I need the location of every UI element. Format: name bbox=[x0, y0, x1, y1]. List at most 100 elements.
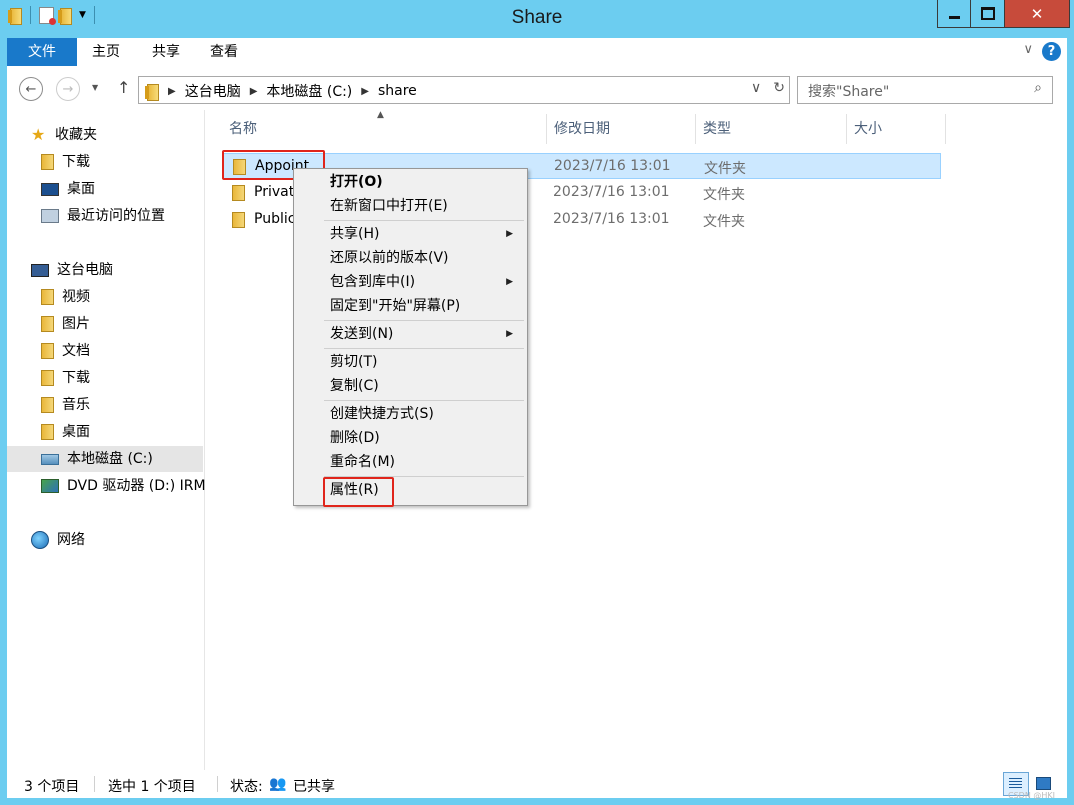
sidebar-item-label: 网络 bbox=[57, 532, 85, 548]
file-type: 文件夹 bbox=[703, 187, 745, 203]
close-button[interactable]: ✕ bbox=[1004, 0, 1070, 28]
menu-separator bbox=[324, 400, 524, 401]
folder-icon bbox=[41, 424, 54, 440]
maximize-button[interactable] bbox=[970, 0, 1006, 28]
column-header-name[interactable]: 名称 bbox=[222, 114, 547, 144]
up-arrow-icon[interactable]: ↑ bbox=[117, 78, 130, 97]
highlight-box-properties bbox=[323, 477, 394, 507]
sidebar-item-music[interactable]: 音乐 bbox=[41, 392, 90, 418]
sidebar-item-label: 本地磁盘 (C:) bbox=[67, 451, 153, 467]
ribbon-tabs: 文件 主页 共享 查看 ∨ ? bbox=[7, 38, 1067, 66]
sidebar-item-documents[interactable]: 文档 bbox=[41, 338, 90, 364]
search-box[interactable]: 搜索"Share" ⌕ bbox=[797, 76, 1053, 104]
breadcrumb-separator-icon[interactable]: ▶ bbox=[361, 86, 369, 97]
sidebar-item-downloads-2[interactable]: 下载 bbox=[41, 365, 90, 391]
menu-item-share[interactable]: 共享(H) ▶ bbox=[296, 222, 523, 246]
sidebar-item-videos[interactable]: 视频 bbox=[41, 284, 90, 310]
menu-item-label: 固定到"开始"屏幕(P) bbox=[330, 298, 461, 314]
file-date: 2023/7/16 13:01 bbox=[553, 184, 670, 200]
forward-button[interactable]: → bbox=[56, 77, 80, 101]
menu-item-rename[interactable]: 重命名(M) bbox=[296, 450, 523, 474]
refresh-icon[interactable]: ↻ bbox=[773, 80, 785, 96]
back-arrow-icon: ← bbox=[25, 81, 37, 97]
explorer-window: ▼ Share ✕ 文件 主页 共享 查看 ∨ ? ← → ▼ ↑ ▶ 这台电脑 bbox=[0, 0, 1074, 805]
menu-item-pin-to-start[interactable]: 固定到"开始"屏幕(P) bbox=[296, 294, 523, 318]
menu-item-create-shortcut[interactable]: 创建快捷方式(S) bbox=[296, 402, 523, 426]
menu-item-copy[interactable]: 复制(C) bbox=[296, 374, 523, 398]
help-icon[interactable]: ? bbox=[1042, 42, 1061, 61]
sidebar-item-downloads[interactable]: 下载 bbox=[41, 149, 90, 175]
minimize-icon bbox=[949, 16, 960, 19]
column-header-type[interactable]: 类型 bbox=[696, 114, 847, 144]
share-state-value: 已共享 bbox=[293, 779, 335, 795]
search-input[interactable]: 搜索"Share" bbox=[808, 81, 889, 101]
tab-share[interactable]: 共享 bbox=[141, 38, 191, 66]
network-icon bbox=[31, 531, 49, 549]
recent-locations-dropdown-icon[interactable]: ▼ bbox=[92, 83, 98, 92]
breadcrumb-this-pc[interactable]: 这台电脑 bbox=[185, 81, 241, 101]
sidebar-item-desktop[interactable]: 桌面 bbox=[41, 176, 95, 202]
sidebar-item-label: 最近访问的位置 bbox=[67, 208, 165, 224]
sidebar-item-label: 图片 bbox=[62, 316, 90, 332]
menu-item-label: 发送到(N) bbox=[330, 326, 394, 342]
sidebar-item-this-pc[interactable]: 这台电脑 bbox=[31, 257, 113, 283]
menu-item-label: 包含到库中(I) bbox=[330, 274, 416, 290]
address-bar[interactable]: ▶ 这台电脑 ▶ 本地磁盘 (C:) ▶ share ∨ ↻ bbox=[138, 76, 790, 104]
column-header-date[interactable]: 修改日期 bbox=[547, 114, 696, 144]
address-bar-actions: ∨ ↻ bbox=[751, 80, 785, 96]
submenu-arrow-icon: ▶ bbox=[506, 229, 513, 239]
sidebar-item-recent-places[interactable]: 最近访问的位置 bbox=[41, 203, 165, 229]
breadcrumb-local-disk[interactable]: 本地磁盘 (C:) bbox=[266, 81, 352, 101]
file-name: Public bbox=[254, 211, 296, 227]
breadcrumb-separator-icon[interactable]: ▶ bbox=[250, 86, 258, 97]
menu-item-label: 共享(H) bbox=[330, 226, 380, 242]
sidebar-item-label: 桌面 bbox=[67, 181, 95, 197]
tab-home[interactable]: 主页 bbox=[81, 38, 131, 66]
file-type: 文件夹 bbox=[704, 161, 746, 177]
drive-icon bbox=[41, 453, 59, 465]
column-header-size[interactable]: 大小 bbox=[847, 114, 946, 144]
breadcrumb-share[interactable]: share bbox=[378, 83, 417, 99]
maximize-icon bbox=[981, 7, 995, 20]
address-history-chevron-icon[interactable]: ∨ bbox=[751, 80, 761, 96]
tab-file[interactable]: 文件 bbox=[7, 38, 77, 66]
expand-ribbon-icon[interactable]: ∨ bbox=[1023, 42, 1033, 57]
back-button[interactable]: ← bbox=[19, 77, 43, 101]
sidebar-item-local-disk[interactable]: 本地磁盘 (C:) bbox=[7, 446, 203, 472]
menu-item-send-to[interactable]: 发送到(N) ▶ bbox=[296, 322, 523, 346]
menu-item-label: 复制(C) bbox=[330, 378, 379, 394]
title-bar: ▼ Share ✕ bbox=[0, 0, 1074, 38]
sidebar-item-favorites[interactable]: ★ 收藏夹 bbox=[31, 122, 97, 148]
file-date: 2023/7/16 13:01 bbox=[553, 211, 670, 227]
menu-item-open[interactable]: 打开(O) bbox=[296, 170, 523, 194]
dvd-icon bbox=[41, 479, 59, 493]
sidebar-item-pictures[interactable]: 图片 bbox=[41, 311, 90, 337]
sidebar-item-network[interactable]: 网络 bbox=[31, 527, 85, 553]
tab-view[interactable]: 查看 bbox=[199, 38, 249, 66]
sidebar-item-label: 文档 bbox=[62, 343, 90, 359]
sidebar-item-label: 视频 bbox=[62, 289, 90, 305]
sidebar-item-dvd-drive[interactable]: DVD 驱动器 (D:) IRM bbox=[41, 473, 206, 499]
menu-item-include-in-library[interactable]: 包含到库中(I) ▶ bbox=[296, 270, 523, 294]
search-icon[interactable]: ⌕ bbox=[1034, 80, 1042, 96]
menu-item-restore-versions[interactable]: 还原以前的版本(V) bbox=[296, 246, 523, 270]
menu-separator bbox=[324, 320, 524, 321]
menu-separator bbox=[324, 220, 524, 221]
folder-icon bbox=[232, 185, 245, 201]
sidebar-item-label: 下载 bbox=[62, 154, 90, 170]
file-name: Privat bbox=[254, 184, 295, 200]
navigation-pane: ★ 收藏夹 下载 桌面 最近访问的位置 这台电脑 视频 图片 文档 下载 音乐 桌… bbox=[7, 110, 206, 770]
menu-item-delete[interactable]: 删除(D) bbox=[296, 426, 523, 450]
breadcrumb-separator-icon[interactable]: ▶ bbox=[168, 86, 176, 97]
menu-item-open-new-window[interactable]: 在新窗口中打开(E) bbox=[296, 194, 523, 218]
breadcrumb: ▶ 这台电脑 ▶ 本地磁盘 (C:) ▶ share bbox=[145, 81, 417, 101]
sidebar-item-desktop-2[interactable]: 桌面 bbox=[41, 419, 90, 445]
folder-icon bbox=[41, 289, 54, 305]
status-separator bbox=[94, 776, 95, 792]
file-type: 文件夹 bbox=[703, 214, 745, 230]
status-bar: 3 个项目 选中 1 个项目 状态: 👥 已共享 CSDN @HKI bbox=[7, 770, 1067, 800]
sidebar-item-label: 这台电脑 bbox=[57, 262, 113, 278]
menu-item-label: 剪切(T) bbox=[330, 354, 378, 370]
minimize-button[interactable] bbox=[937, 0, 972, 28]
menu-item-cut[interactable]: 剪切(T) bbox=[296, 350, 523, 374]
